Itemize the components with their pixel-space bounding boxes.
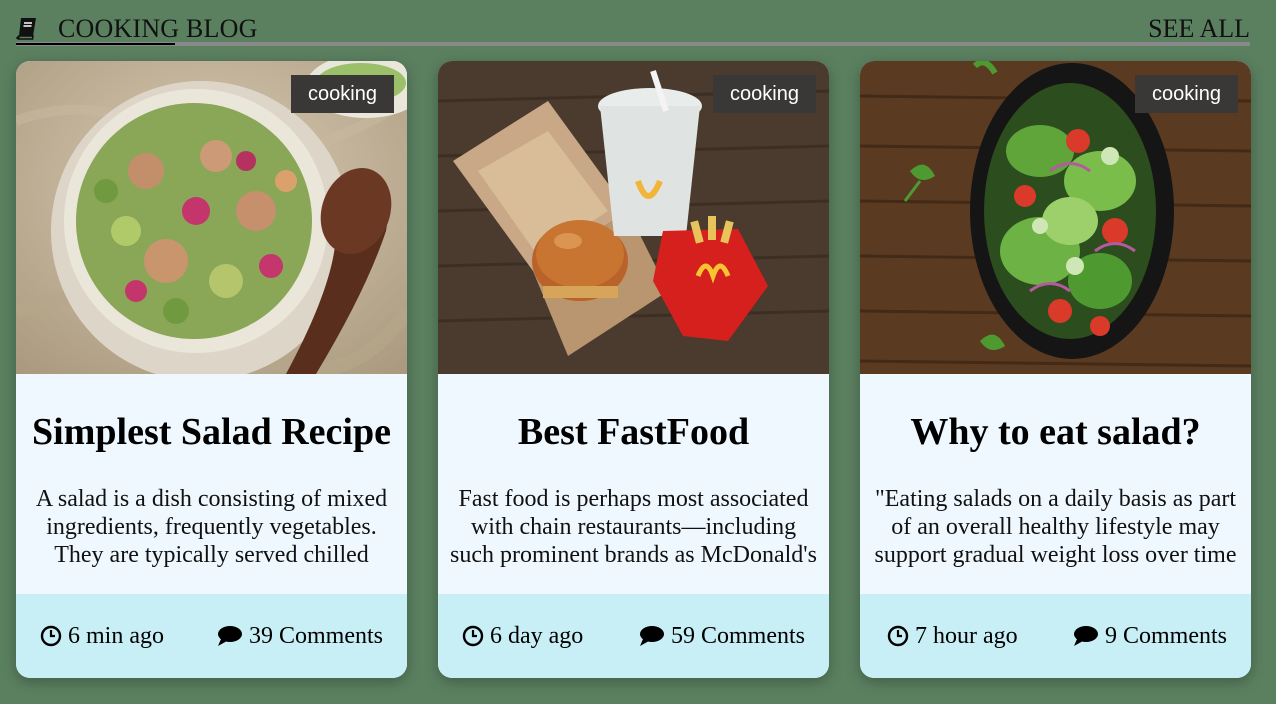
blog-card[interactable]: cooking Why to eat salad? "Eating salads… — [860, 61, 1251, 678]
comment-count[interactable]: 59 Comments — [671, 623, 805, 650]
clock-icon — [887, 625, 909, 647]
comment-count[interactable]: 39 Comments — [249, 623, 383, 650]
comment-icon — [639, 626, 664, 646]
category-tag[interactable]: cooking — [1135, 75, 1238, 113]
post-title[interactable]: Best FastFood — [438, 409, 829, 455]
card-footer: 6 day ago 59 Comments — [438, 594, 829, 678]
comment-icon — [1073, 626, 1098, 646]
card-footer: 7 hour ago 9 Comments — [860, 594, 1251, 678]
post-time: 6 min ago — [40, 623, 164, 650]
card-footer: 6 min ago 39 Comments — [16, 594, 407, 678]
post-comments[interactable]: 9 Comments — [1073, 623, 1227, 650]
post-comments[interactable]: 39 Comments — [217, 623, 383, 650]
page-title: COOKING BLOG — [58, 14, 258, 43]
post-time: 7 hour ago — [887, 623, 1018, 650]
clock-icon — [462, 625, 484, 647]
post-comments[interactable]: 59 Comments — [639, 623, 805, 650]
header-title-underline — [16, 43, 175, 45]
header-divider — [16, 42, 1250, 46]
category-tag[interactable]: cooking — [713, 75, 816, 113]
book-icon — [15, 17, 38, 41]
post-time: 6 day ago — [462, 623, 583, 650]
post-excerpt: Fast food is perhaps most associated wit… — [450, 486, 817, 568]
blog-card[interactable]: cooking Best FastFood Fast food is perha… — [438, 61, 829, 678]
see-all-link[interactable]: SEE ALL — [1148, 14, 1250, 44]
time-ago: 6 min ago — [68, 622, 164, 649]
blog-card[interactable]: cooking Simplest Salad Recipe A salad is… — [16, 61, 407, 678]
post-excerpt: "Eating salads on a daily basis as part … — [874, 486, 1237, 568]
comment-count[interactable]: 9 Comments — [1105, 623, 1227, 650]
time-ago: 6 day ago — [490, 622, 584, 649]
post-title[interactable]: Why to eat salad? — [860, 409, 1251, 455]
category-tag[interactable]: cooking — [291, 75, 394, 113]
clock-icon — [40, 625, 62, 647]
post-title[interactable]: Simplest Salad Recipe — [16, 409, 407, 455]
header-title-group: COOKING BLOG — [15, 14, 258, 44]
comment-icon — [217, 626, 242, 646]
time-ago: 7 hour ago — [915, 622, 1018, 649]
blog-header: COOKING BLOG SEE ALL — [15, 12, 1250, 46]
post-excerpt: A salad is a dish consisting of mixed in… — [35, 486, 388, 568]
